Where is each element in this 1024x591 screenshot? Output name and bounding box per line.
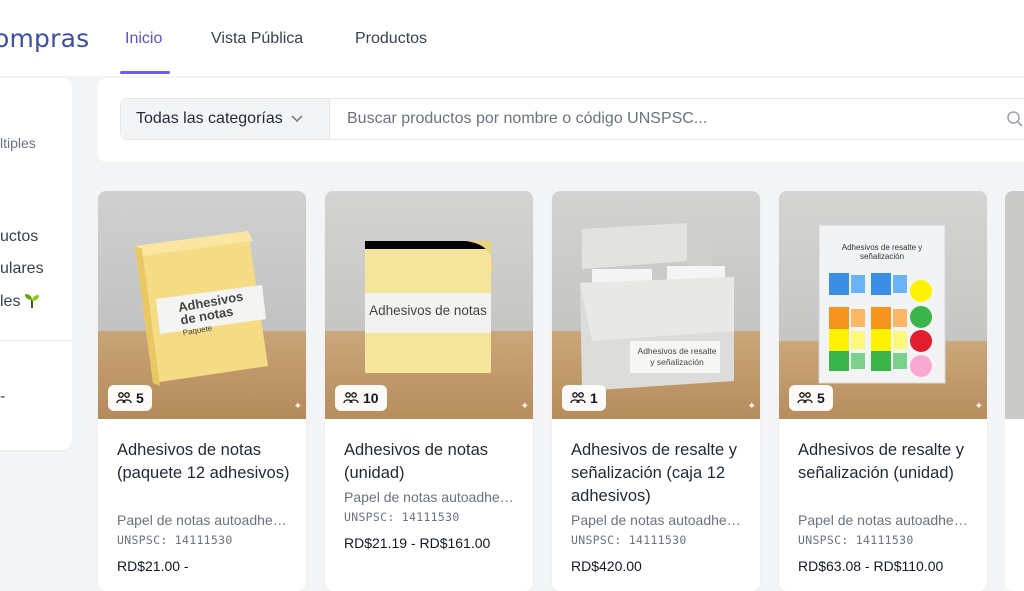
product-code: UNSPSC: 14111530 — [344, 510, 460, 524]
sprout-icon — [24, 291, 40, 314]
sidebar-item-sostenibles[interactable]: les — [0, 291, 40, 314]
category-select[interactable]: Todas las categorías — [121, 99, 330, 139]
tab-productos[interactable]: Productos — [355, 30, 427, 48]
users-icon — [570, 392, 586, 404]
search-panel: Todas las categorías — [97, 78, 1024, 162]
badge-count: 5 — [817, 390, 825, 406]
product-description: Papel de notas autoadhesivas — [571, 512, 746, 528]
product-card[interactable]: Adhesivos de notas 10 ✦ Adhesivos de not… — [325, 191, 533, 591]
product-code: UNSPSC: 14111530 — [117, 533, 233, 547]
category-select-label: Todas las categorías — [136, 110, 283, 127]
stock-badge: 10 — [335, 385, 387, 411]
stock-badge: 1 — [562, 385, 606, 411]
sidebar-item-label: les — [0, 293, 21, 310]
product-title[interactable]: Adhesivos de resalte y señalización (uni… — [798, 439, 978, 485]
tab-inicio[interactable]: Inicio — [125, 30, 162, 48]
sparkle-icon: ✦ — [747, 401, 756, 412]
sparkle-icon: ✦ — [520, 401, 529, 412]
stock-badge: 5 — [108, 385, 152, 411]
product-card[interactable]: Adhesivos de notas Paquete 5 ✦ Adhesivos… — [98, 191, 306, 591]
search-bar: Todas las categorías — [120, 98, 1024, 140]
search-icon[interactable] — [1006, 110, 1024, 133]
product-description: Papel de notas autoadhesivas — [117, 512, 292, 528]
product-card-partial[interactable] — [1005, 191, 1024, 591]
image-label: Adhesivos de resalte y señalización — [841, 243, 923, 261]
product-description: Papel de notas autoadhesivas — [344, 489, 519, 505]
image-label: Adhesivos de notas — [369, 303, 487, 318]
sparkle-icon: ✦ — [974, 401, 983, 412]
sidebar-item-dash[interactable]: - — [0, 388, 5, 406]
stock-badge: 5 — [789, 385, 833, 411]
chevron-down-icon — [291, 110, 303, 128]
product-title[interactable]: Adhesivos de resalte y señalización (caj… — [571, 439, 751, 508]
product-card[interactable]: Adhesivos de resalte y señalización 1 ✦ … — [552, 191, 760, 591]
product-title[interactable]: Adhesivos de notas (paquete 12 adhesivos… — [117, 439, 297, 485]
product-card[interactable]: Adhesivos de resalte y señalización 5 ✦ … — [779, 191, 987, 591]
sidebar-panel: ltiples uctos ulares les - — [0, 78, 72, 450]
sidebar-divider — [0, 340, 72, 341]
brand-logo[interactable]: ompras — [0, 24, 89, 53]
active-tab-indicator — [120, 71, 170, 74]
users-icon — [797, 392, 813, 404]
product-price: RD$21.00 - — [117, 558, 189, 574]
image-label: Adhesivos de resalte — [637, 346, 717, 356]
sidebar-item-populares[interactable]: ulares — [0, 260, 44, 278]
top-header: ompras Inicio Vista Pública Productos — [0, 0, 1024, 76]
image-label: y señalización — [650, 357, 704, 367]
sidebar-item-productos[interactable]: uctos — [0, 228, 38, 246]
badge-count: 1 — [590, 390, 598, 406]
sparkle-icon: ✦ — [293, 401, 302, 412]
product-price: RD$63.08 - RD$110.00 — [798, 558, 944, 574]
users-icon — [116, 392, 132, 404]
users-icon — [343, 392, 359, 404]
badge-count: 10 — [363, 390, 379, 406]
tab-vista-publica[interactable]: Vista Pública — [211, 30, 303, 48]
badge-count: 5 — [136, 390, 144, 406]
sidebar-item-text[interactable]: ltiples — [0, 135, 36, 151]
product-code: UNSPSC: 14111530 — [798, 533, 914, 547]
product-code: UNSPSC: 14111530 — [571, 533, 687, 547]
product-title[interactable]: Adhesivos de notas (unidad) — [344, 439, 524, 485]
search-input[interactable] — [347, 99, 997, 139]
product-image — [1005, 191, 1024, 419]
product-price: RD$420.00 — [571, 558, 642, 574]
product-price: RD$21.19 - RD$161.00 — [344, 535, 491, 551]
product-description: Papel de notas autoadhesivas — [798, 512, 973, 528]
